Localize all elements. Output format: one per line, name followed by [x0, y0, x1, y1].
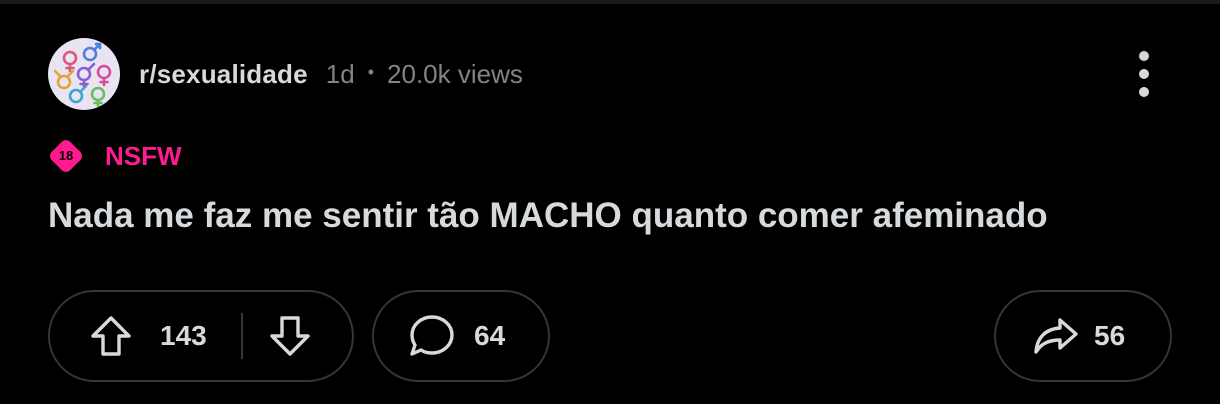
post-age: 1d — [325, 58, 355, 89]
upvote-button[interactable] — [88, 313, 134, 359]
share-count: 56 — [1094, 320, 1126, 351]
arrow-up-icon — [91, 316, 131, 356]
arrow-down-icon — [270, 316, 310, 356]
top-divider — [0, 0, 1220, 4]
downvote-button[interactable] — [267, 313, 313, 359]
upvote-count: 143 — [160, 320, 207, 351]
speech-bubble-icon — [410, 315, 454, 356]
overflow-menu-button[interactable] — [1132, 48, 1156, 100]
nsfw-badge-number: 18 — [58, 148, 74, 163]
share-icon-wrap — [1032, 312, 1080, 360]
comment-count: 64 — [474, 320, 506, 351]
subreddit-avatar[interactable] — [48, 38, 120, 110]
post-title[interactable]: Nada me faz me sentir tão MACHO quanto c… — [48, 195, 1172, 237]
view-count: 20.0k views — [387, 58, 523, 89]
nsfw-label: NSFW — [105, 140, 182, 171]
meta-separator: • — [367, 61, 375, 82]
more-vertical-icon — [1139, 51, 1149, 97]
post-meta: r/sexualidade 1d • 20.0k views — [48, 38, 1172, 110]
share-button[interactable]: 56 — [994, 290, 1172, 382]
vote-divider — [240, 313, 243, 359]
nsfw-tag: 18 NSFW — [47, 137, 1172, 175]
comments-button[interactable]: 64 — [372, 290, 550, 382]
share-arrow-icon — [1034, 318, 1078, 354]
comment-icon-wrap — [408, 312, 456, 360]
post-card[interactable]: r/sexualidade 1d • 20.0k views 18 NSFW N… — [47, 38, 1172, 237]
vote-bar: 143 — [48, 290, 354, 382]
nsfw-18-badge: 18 — [47, 137, 85, 175]
gender-symbols-icon — [53, 42, 112, 108]
subreddit-name[interactable]: r/sexualidade — [139, 59, 308, 90]
